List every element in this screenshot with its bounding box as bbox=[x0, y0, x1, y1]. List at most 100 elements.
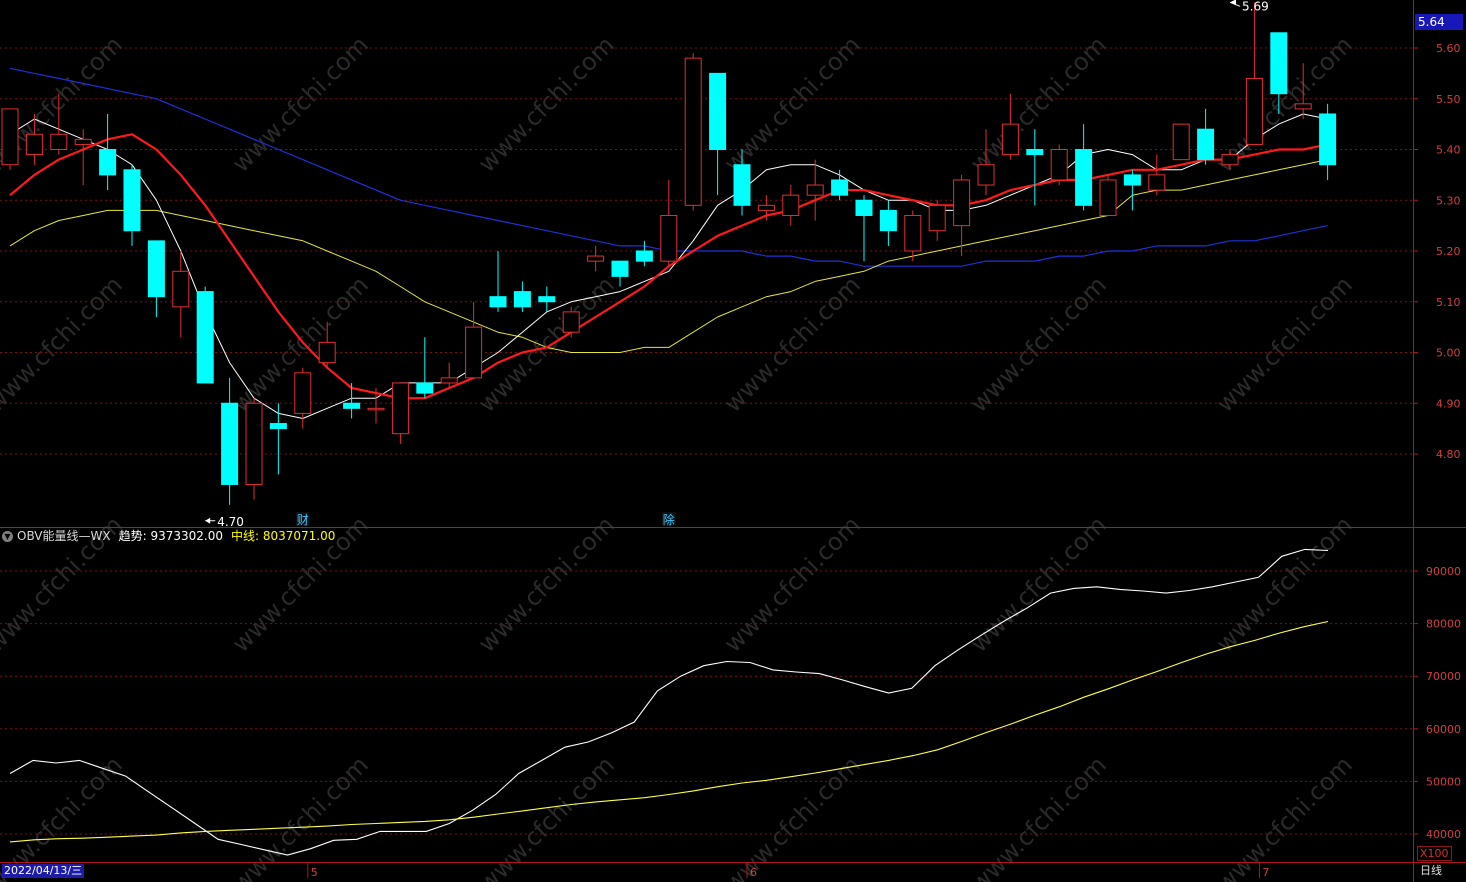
watermark-text: www.cfchi.com bbox=[473, 511, 620, 658]
indicator-mid-value: 中线: 8037071.00 bbox=[231, 529, 336, 543]
candle-body bbox=[147, 240, 165, 298]
candle-up bbox=[1245, 2, 1263, 145]
candle-body bbox=[1099, 179, 1117, 216]
watermark-text: www.cfchi.com bbox=[719, 31, 866, 178]
watermark-text: www.cfchi.com bbox=[227, 31, 374, 178]
candle-up bbox=[1172, 123, 1190, 161]
candle-body bbox=[757, 204, 775, 211]
watermark-text: www.cfchi.com bbox=[719, 271, 866, 418]
candle-body bbox=[294, 372, 312, 414]
candle-body bbox=[660, 214, 678, 262]
candle-body bbox=[1148, 174, 1166, 191]
price-tick-label: 5.40 bbox=[1436, 144, 1461, 157]
price-tick-label: 5.50 bbox=[1436, 93, 1461, 106]
event-marker-label: 财 bbox=[297, 513, 309, 527]
candle-body bbox=[221, 402, 239, 485]
candle-up bbox=[1148, 154, 1166, 196]
chevron-down-icon[interactable]: ▼ bbox=[2, 531, 13, 542]
candle-up bbox=[904, 210, 922, 262]
candle-body bbox=[269, 423, 287, 430]
candle-down bbox=[611, 260, 629, 287]
candle-down bbox=[1319, 103, 1337, 180]
grid-lines bbox=[0, 47, 1413, 835]
candle-body bbox=[904, 214, 922, 252]
obv-indicator-lines bbox=[9, 548, 1329, 856]
candle-body bbox=[1, 108, 19, 166]
obv-trend-line bbox=[9, 548, 1329, 856]
candle-up bbox=[294, 367, 312, 429]
candle-up bbox=[782, 185, 800, 226]
candle-body bbox=[635, 250, 653, 262]
candle-body bbox=[391, 382, 409, 435]
candle-body bbox=[1221, 154, 1239, 166]
candle-up bbox=[391, 382, 409, 444]
candle-down bbox=[709, 72, 727, 196]
candle-up bbox=[74, 129, 92, 186]
price-tick-label: 5.60 bbox=[1436, 42, 1461, 55]
candle-body bbox=[831, 179, 849, 196]
candle-down bbox=[269, 403, 287, 475]
candle-down bbox=[1026, 129, 1044, 206]
candle-up bbox=[1001, 93, 1019, 160]
indicator-header: ▼ OBV能量线—WX 趋势: 9373302.00 中线: 8037071.0… bbox=[2, 529, 339, 544]
candle-down bbox=[147, 240, 165, 317]
candle-body bbox=[440, 377, 458, 384]
candle-up bbox=[587, 245, 605, 272]
candle-body bbox=[50, 133, 68, 150]
candle-body bbox=[806, 184, 824, 196]
candle-body bbox=[1245, 77, 1263, 145]
obv-tick-label: 60000 bbox=[1426, 723, 1461, 736]
watermark-text: www.cfchi.com bbox=[965, 271, 1112, 418]
watermark-text: www.cfchi.com bbox=[1211, 511, 1358, 658]
stock-chart: www.cfchi.com www.cfchi.com www.cfchi.com w… bbox=[0, 0, 1466, 882]
candle-down bbox=[879, 200, 897, 246]
candle-up bbox=[660, 179, 678, 267]
month-tick-label: 5 bbox=[311, 866, 318, 879]
price-tick-label: 4.80 bbox=[1436, 448, 1461, 461]
candle-body bbox=[99, 149, 117, 176]
indicator-name[interactable]: OBV能量线—WX bbox=[17, 529, 111, 544]
candle-down bbox=[1197, 108, 1215, 165]
candle-up bbox=[1, 108, 19, 170]
price-tick-label: 5.30 bbox=[1436, 194, 1461, 207]
candle-body bbox=[953, 179, 971, 227]
candle-down bbox=[416, 337, 434, 399]
period-label[interactable]: 日线 bbox=[1420, 864, 1442, 878]
candle-body bbox=[123, 169, 141, 232]
obv-tick-label: 70000 bbox=[1426, 670, 1461, 683]
candle-body bbox=[587, 255, 605, 262]
candle-down bbox=[196, 286, 214, 384]
candle-body bbox=[855, 199, 873, 216]
candle-body bbox=[782, 194, 800, 216]
price-tick-label: 5.20 bbox=[1436, 245, 1461, 258]
price-annotations: 5.69 4.70 财 除 bbox=[205, 0, 1269, 529]
candle-body bbox=[172, 270, 190, 308]
candle-up bbox=[953, 174, 971, 257]
candle-up bbox=[1099, 174, 1117, 216]
candlestick-series bbox=[1, 2, 1337, 505]
low-marker-arrow bbox=[205, 517, 211, 524]
watermark-text: www.cfchi.com bbox=[473, 31, 620, 178]
candle-body bbox=[1026, 149, 1044, 156]
candle-body bbox=[74, 138, 92, 145]
price-tick-label: 5.00 bbox=[1436, 347, 1461, 360]
candle-body bbox=[489, 296, 507, 308]
candle-body bbox=[513, 291, 531, 308]
candle-body bbox=[1050, 149, 1068, 181]
obv-tick-label: 90000 bbox=[1426, 565, 1461, 578]
candle-up bbox=[684, 53, 702, 211]
candle-body bbox=[416, 382, 434, 394]
candle-down bbox=[513, 281, 531, 312]
candle-up bbox=[928, 200, 946, 241]
candle-body bbox=[1270, 32, 1288, 95]
candle-body bbox=[367, 407, 385, 411]
obv-tick-label: 40000 bbox=[1426, 828, 1461, 841]
candle-body bbox=[343, 402, 361, 409]
watermark-text: www.cfchi.com bbox=[965, 511, 1112, 658]
candle-body bbox=[538, 296, 556, 303]
indicator-trend-value: 趋势: 9373302.00 bbox=[118, 529, 223, 543]
candle-down bbox=[123, 164, 141, 246]
candle-up bbox=[440, 362, 458, 389]
watermark-text: www.cfchi.com bbox=[0, 271, 128, 418]
cursor-date-label: 2022/04/13/三 bbox=[2, 864, 85, 878]
